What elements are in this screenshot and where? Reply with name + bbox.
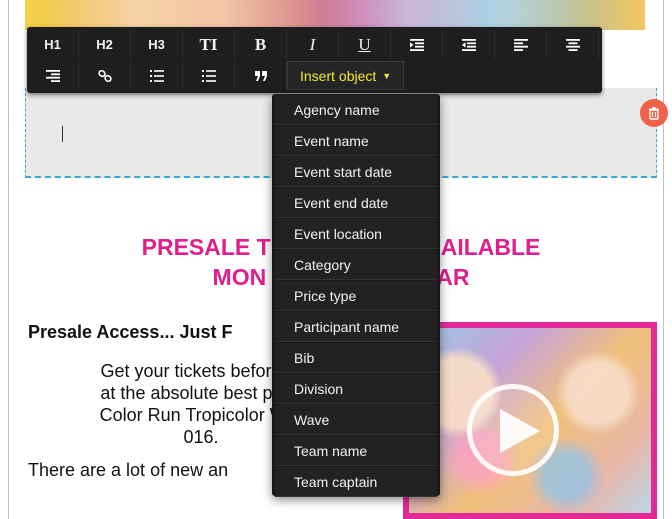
- ordered-list-icon: [149, 69, 164, 82]
- bold-button[interactable]: B: [235, 30, 287, 59]
- outdent-icon: [461, 38, 476, 51]
- toolbar-row-2: Insert object ▼: [27, 61, 405, 90]
- italic-button[interactable]: I: [287, 30, 339, 59]
- menu-item-event-name[interactable]: Event name: [275, 126, 437, 156]
- heading2-button[interactable]: H2: [79, 30, 131, 59]
- menu-item-participant-name[interactable]: Participant name: [275, 312, 437, 342]
- indent-icon: [409, 38, 424, 51]
- insert-object-menu: Agency name Event name Event start date …: [272, 94, 440, 497]
- menu-item-wave[interactable]: Wave: [275, 405, 437, 435]
- menu-item-price-type[interactable]: Price type: [275, 281, 437, 311]
- menu-item-bib[interactable]: Bib: [275, 343, 437, 373]
- headline-line-1-end: AILABLE: [440, 234, 541, 260]
- ordered-list-button[interactable]: [131, 61, 183, 90]
- menu-item-category[interactable]: Category: [275, 250, 437, 280]
- trash-icon: [649, 107, 659, 120]
- menu-item-agency-name[interactable]: Agency name: [275, 95, 437, 125]
- text-size-button[interactable]: TI: [183, 30, 235, 59]
- align-left-button[interactable]: [495, 30, 547, 59]
- text-caret: [62, 126, 63, 142]
- align-right-icon: [45, 69, 60, 82]
- indent-button[interactable]: [391, 30, 443, 59]
- unordered-list-icon: [201, 69, 216, 82]
- link-button[interactable]: [79, 61, 131, 90]
- quote-button[interactable]: [235, 61, 287, 90]
- delete-block-button[interactable]: [640, 99, 668, 127]
- headline-line-2-end: AR: [436, 264, 470, 290]
- menu-item-event-start-date[interactable]: Event start date: [275, 157, 437, 187]
- formatting-toolbar: H1 H2 H3 TI B I U Insert object ▼: [27, 27, 602, 93]
- underline-button[interactable]: U: [339, 30, 391, 59]
- outdent-button[interactable]: [443, 30, 495, 59]
- menu-item-event-end-date[interactable]: Event end date: [275, 188, 437, 218]
- headline-line-2-start: MON: [212, 264, 267, 290]
- menu-item-team-name[interactable]: Team name: [275, 436, 437, 466]
- link-icon: [97, 69, 112, 82]
- align-right-button[interactable]: [27, 61, 79, 90]
- insert-object-dropdown[interactable]: Insert object ▼: [287, 61, 405, 90]
- hero-image: [25, 0, 645, 30]
- align-center-button[interactable]: [547, 30, 599, 59]
- unordered-list-button[interactable]: [183, 61, 235, 90]
- insert-object-label: Insert object: [300, 67, 377, 84]
- headline-line-1-start: PRESALE T: [141, 234, 271, 260]
- video-thumbnail[interactable]: [403, 322, 657, 519]
- play-button[interactable]: [467, 384, 559, 476]
- align-center-icon: [565, 38, 580, 51]
- quote-icon: [254, 70, 267, 81]
- frame-border-right: [663, 0, 664, 519]
- play-icon: [500, 409, 540, 453]
- heading3-button[interactable]: H3: [131, 30, 183, 59]
- frame-border-left: [8, 0, 9, 519]
- align-left-icon: [513, 38, 528, 51]
- menu-item-team-captain[interactable]: Team captain: [275, 467, 437, 497]
- heading1-button[interactable]: H1: [27, 30, 79, 59]
- toolbar-row-1: H1 H2 H3 TI B I U: [27, 30, 599, 59]
- chevron-down-icon: ▼: [382, 70, 392, 81]
- menu-item-event-location[interactable]: Event location: [275, 219, 437, 249]
- menu-item-division[interactable]: Division: [275, 374, 437, 404]
